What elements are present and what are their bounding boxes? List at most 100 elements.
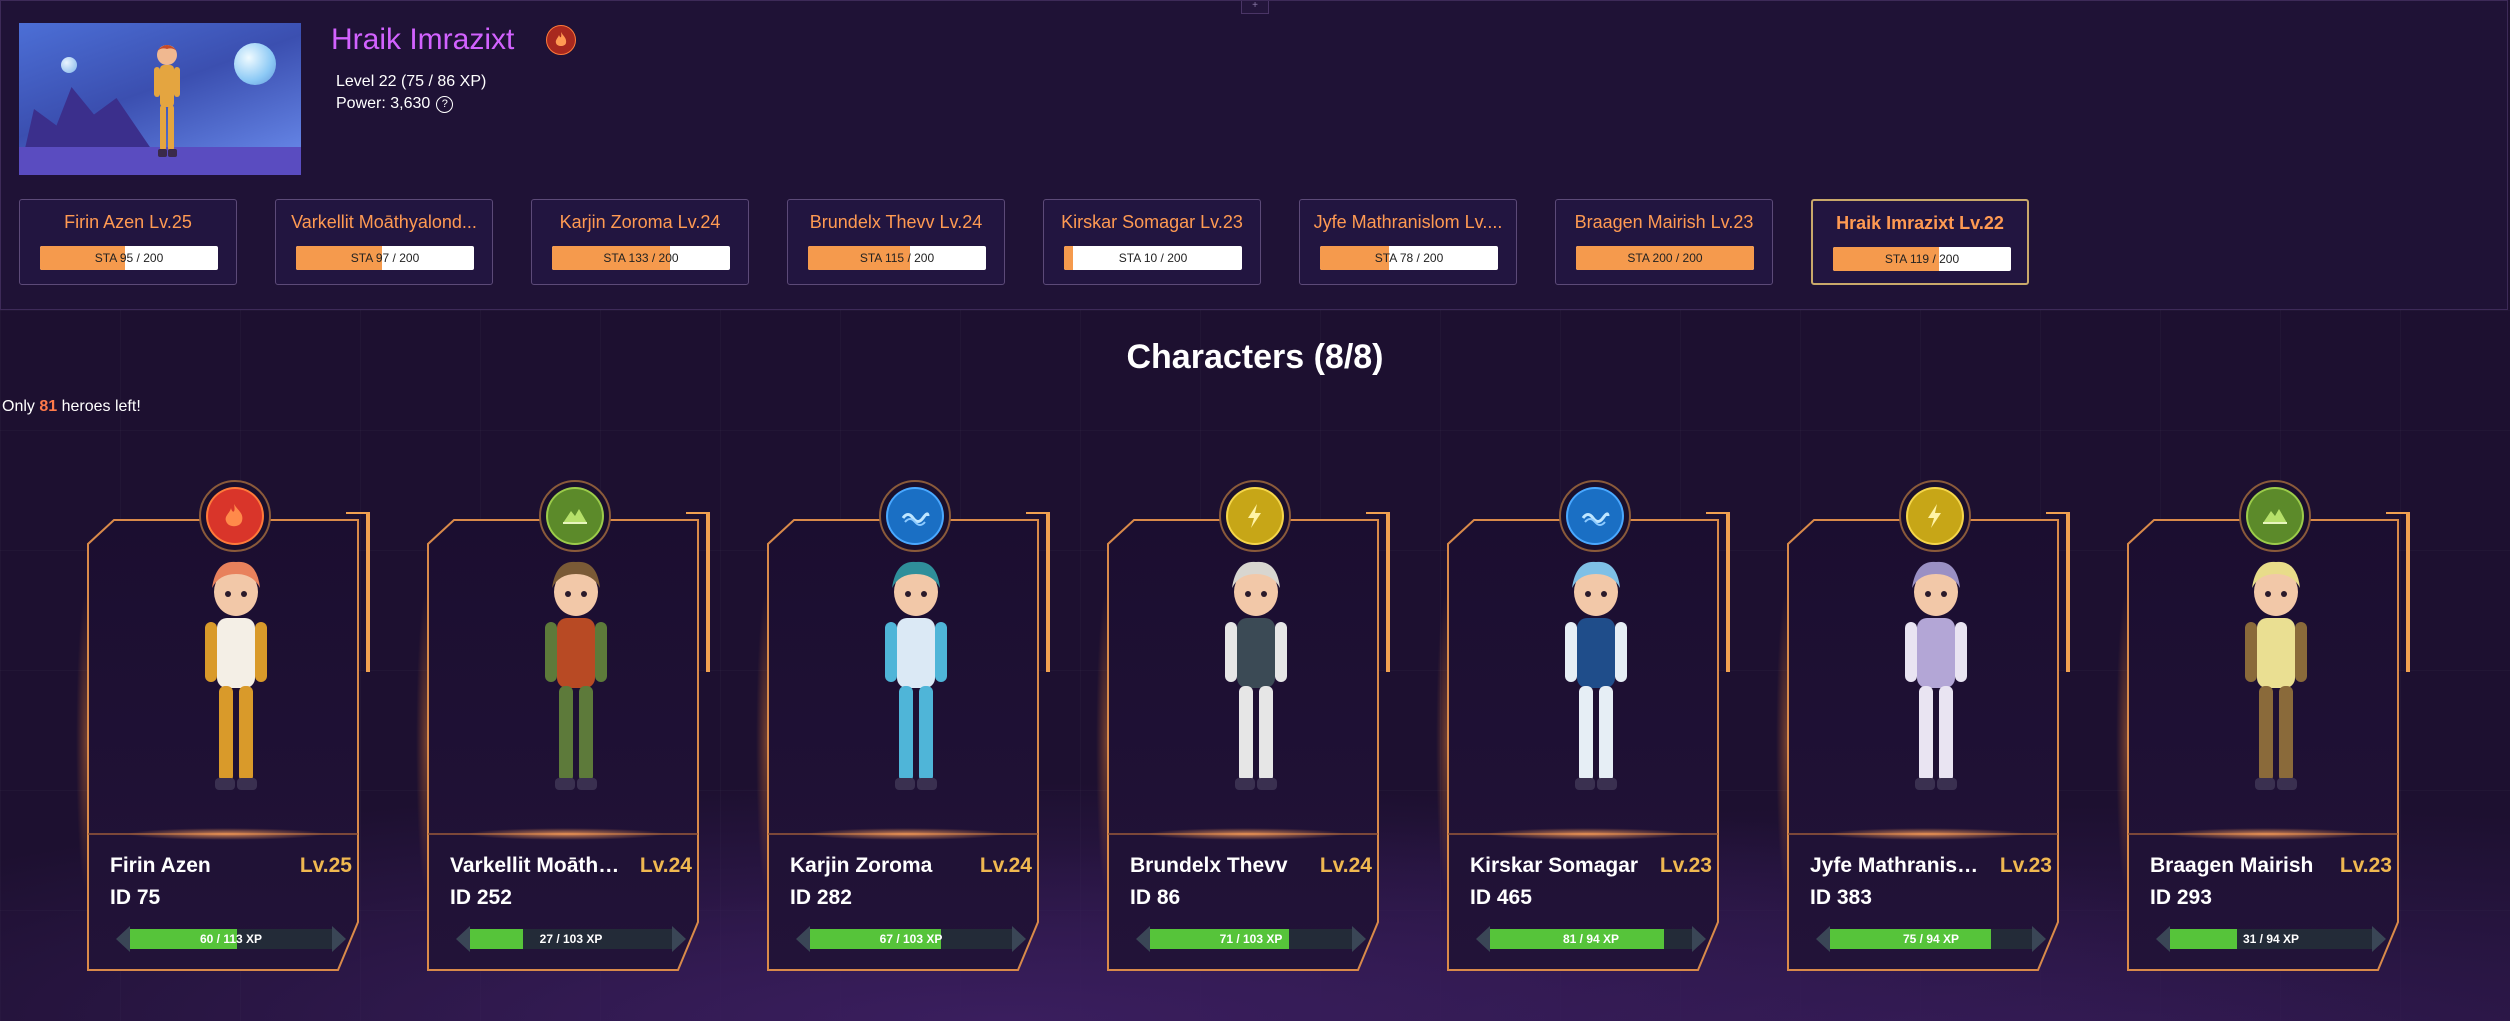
character-level: Lv.25 xyxy=(299,854,352,877)
stamina-bar: STA 133 / 200 xyxy=(552,246,730,270)
character-level: Lv.24 xyxy=(1319,854,1372,877)
heroes-left-count: 81 xyxy=(39,398,58,415)
character-name: Karjin Zoroma xyxy=(790,854,933,877)
xp-text: 27 / 103 XP xyxy=(539,932,603,946)
character-card[interactable]: Brundelx Thevv Lv.24 ID 86 71 / 103 XP xyxy=(1096,480,1396,972)
character-name: Jyfe Mathranisl... xyxy=(1810,854,1980,877)
roster-card-name: Varkellit Moāthyalond... xyxy=(291,212,477,232)
character-id: ID 282 xyxy=(790,886,852,909)
element-badge-inner xyxy=(1908,489,1962,543)
lightning-icon xyxy=(1928,504,1941,528)
moon-icon xyxy=(61,57,77,73)
character-card[interactable]: Jyfe Mathranisl... Lv.23 ID 383 75 / 94 XP xyxy=(1776,480,2076,972)
heroes-left-notice: Only 81 heroes left! xyxy=(2,398,141,416)
stamina-text: STA 95 / 200 xyxy=(94,251,164,265)
roster-card[interactable]: Braagen Mairish Lv.23 STA 200 / 200 xyxy=(1555,199,1773,285)
roster-card-name: Jyfe Mathranislom Lv.... xyxy=(1313,212,1503,232)
xp-bar: 71 / 103 XP xyxy=(1136,926,1366,952)
fire-element-icon xyxy=(546,25,576,55)
hero-portrait xyxy=(885,561,947,790)
character-card[interactable]: Firin Azen Lv.25 ID 75 60 / 113 XP xyxy=(76,480,376,972)
element-badge xyxy=(1559,480,1631,552)
xp-text: 31 / 94 XP xyxy=(2242,932,2300,946)
stamina-text: STA 10 / 200 xyxy=(1118,251,1188,265)
stamina-text: STA 97 / 200 xyxy=(350,251,420,265)
element-badge-inner xyxy=(2248,489,2302,543)
wave-icon xyxy=(1581,512,1610,526)
character-name: Brundelx Thevv xyxy=(1130,854,1288,877)
collapse-handle[interactable]: + xyxy=(1241,1,1269,14)
character-card[interactable]: Karjin Zoroma Lv.24 ID 282 67 / 103 XP xyxy=(756,480,1056,972)
player-name: Hraik Imrazixt xyxy=(331,23,515,56)
roster-card[interactable]: Hraik Imrazixt Lv.22 STA 119 / 200 xyxy=(1811,199,2029,285)
element-badge-inner xyxy=(208,489,262,543)
roster-card-name: Braagen Mairish Lv.23 xyxy=(1574,212,1754,232)
stamina-bar: STA 97 / 200 xyxy=(296,246,474,270)
wave-icon xyxy=(901,512,930,526)
character-id: ID 86 xyxy=(1130,886,1181,909)
hero-portrait xyxy=(545,561,607,790)
help-icon[interactable]: ? xyxy=(436,95,454,113)
xp-bar: 67 / 103 XP xyxy=(796,926,1026,952)
element-badge-inner xyxy=(1568,489,1622,543)
element-badge xyxy=(1899,480,1971,552)
hero-portrait xyxy=(1905,561,1967,790)
heroes-left-prefix: Only xyxy=(2,398,35,415)
element-badge xyxy=(199,480,271,552)
element-badge xyxy=(2239,480,2311,552)
player-power-value: Power: 3,630 xyxy=(336,95,431,112)
element-badge-inner xyxy=(1228,489,1282,543)
character-level: Lv.23 xyxy=(2339,854,2392,877)
xp-text: 81 / 94 XP xyxy=(1562,932,1620,946)
roster-card-name: Firin Azen Lv.25 xyxy=(64,212,192,232)
roster-card[interactable]: Firin Azen Lv.25 STA 95 / 200 xyxy=(19,199,237,285)
roster-card-name: Hraik Imrazixt Lv.22 xyxy=(1836,213,2004,233)
player-portrait xyxy=(19,23,301,175)
player-level: Level 22 (75 / 86 XP) xyxy=(336,73,487,90)
character-id: ID 293 xyxy=(2150,886,2212,909)
hero-portrait xyxy=(205,561,267,790)
character-name: Braagen Mairish xyxy=(2150,854,2314,877)
card-floor-glow xyxy=(126,828,326,840)
xp-text: 71 / 103 XP xyxy=(1219,932,1283,946)
character-level: Lv.23 xyxy=(1659,854,1712,877)
element-badge xyxy=(539,480,611,552)
fire-icon xyxy=(555,32,567,46)
character-name: Firin Azen xyxy=(110,854,211,877)
element-badge-inner xyxy=(548,489,602,543)
roster-card[interactable]: Jyfe Mathranislom Lv.... STA 78 / 200 xyxy=(1299,199,1517,285)
character-level: Lv.24 xyxy=(979,854,1032,877)
character-id: ID 465 xyxy=(1470,886,1532,909)
player-panel: + Hraik Imrazixt Level 22 (75 / 86 XP) P… xyxy=(0,0,2508,310)
card-floor-glow xyxy=(466,828,666,840)
fire-icon xyxy=(225,504,243,527)
roster-card[interactable]: Varkellit Moāthyalond... STA 97 / 200 xyxy=(275,199,493,285)
stamina-bar: STA 10 / 200 xyxy=(1064,246,1242,270)
xp-bar: 75 / 94 XP xyxy=(1816,926,2046,952)
hero-portrait xyxy=(1565,561,1627,790)
character-card[interactable]: Varkellit Moāthy... Lv.24 ID 252 27 / 103 X… xyxy=(416,480,716,972)
stamina-text: STA 200 / 200 xyxy=(1627,251,1703,265)
page-title: Characters (8/8) xyxy=(1126,338,1384,376)
xp-text: 75 / 94 XP xyxy=(1902,932,1960,946)
roster-card[interactable]: Karjin Zoroma Lv.24 STA 133 / 200 xyxy=(531,199,749,285)
card-floor-glow xyxy=(1146,828,1346,840)
hero-figure xyxy=(154,45,180,157)
stamina-bar: STA 78 / 200 xyxy=(1320,246,1498,270)
stamina-text: STA 133 / 200 xyxy=(603,251,679,265)
character-card[interactable]: Kirskar Somagar Lv.23 ID 465 81 / 94 XP xyxy=(1436,480,1736,972)
roster-card[interactable]: Brundelx Thevv Lv.24 STA 115 / 200 xyxy=(787,199,1005,285)
xp-bar: 27 / 103 XP xyxy=(456,926,686,952)
character-card[interactable]: Braagen Mairish Lv.23 ID 293 31 / 94 XP xyxy=(2116,480,2416,972)
xp-text: 60 / 113 XP xyxy=(199,932,263,946)
element-badge xyxy=(879,480,951,552)
card-floor-glow xyxy=(1486,828,1686,840)
character-level: Lv.24 xyxy=(639,854,692,877)
character-id: ID 75 xyxy=(110,886,161,909)
mountain-icon xyxy=(563,509,587,524)
roster-card[interactable]: Kirskar Somagar Lv.23 STA 10 / 200 xyxy=(1043,199,1261,285)
planet-icon xyxy=(234,43,276,85)
stamina-text: STA 78 / 200 xyxy=(1374,251,1444,265)
character-name: Varkellit Moāthy... xyxy=(450,854,620,877)
card-floor-glow xyxy=(806,828,1006,840)
